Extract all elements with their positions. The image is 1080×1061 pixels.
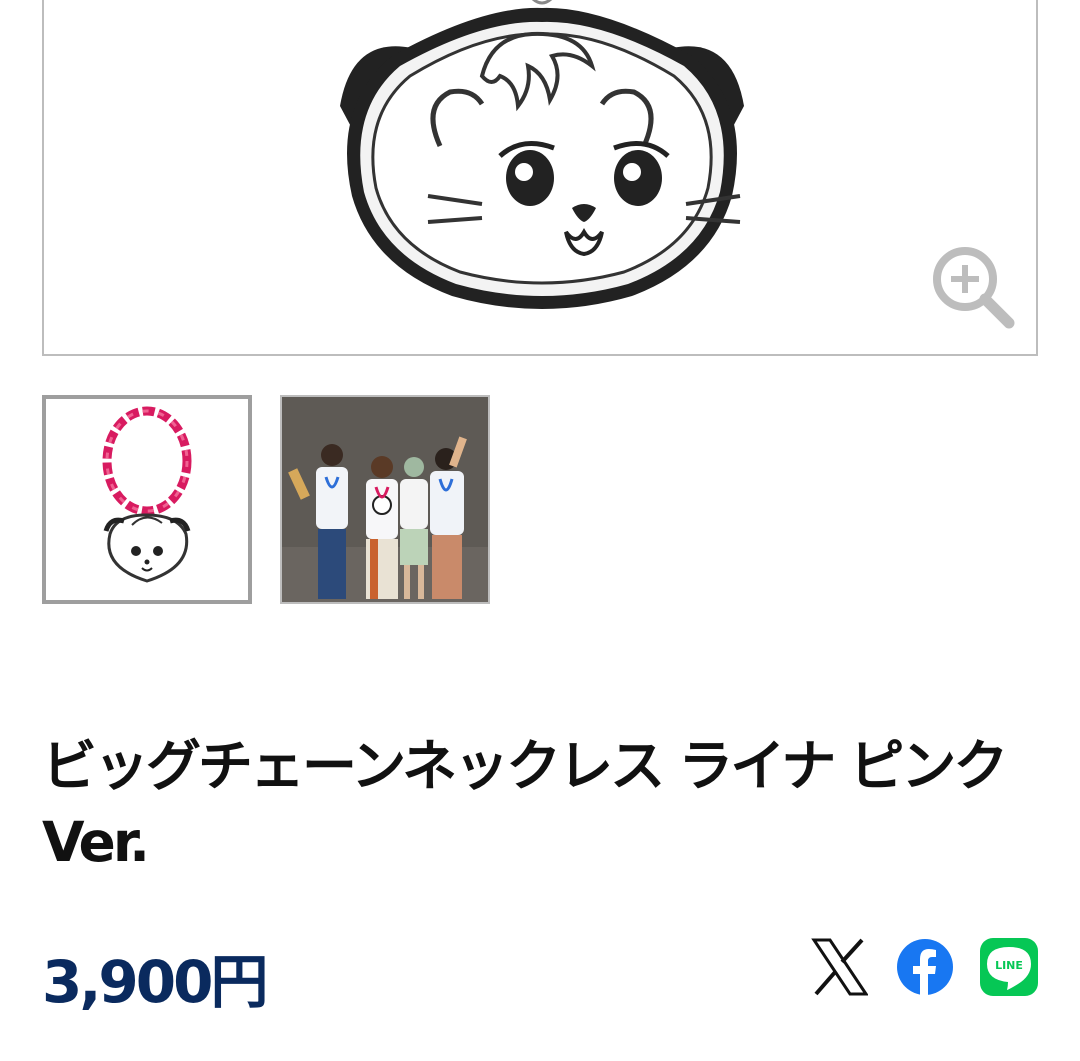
line-logo-text: LINE [995, 959, 1023, 972]
model-photo-image [282, 397, 488, 602]
main-product-image[interactable] [42, 0, 1038, 356]
x-logo-icon [811, 938, 869, 996]
product-title-line1: ビッグチェーンネックレス ライナ ピンク [42, 734, 1008, 798]
share-line-button[interactable]: LINE [980, 938, 1038, 996]
necklace-thumbnail-image [102, 406, 192, 583]
thumbnail-model-photo[interactable] [280, 395, 490, 604]
zoom-in-icon[interactable] [929, 243, 1015, 329]
share-facebook-button[interactable] [896, 938, 954, 996]
product-price: 3,900円 [42, 948, 268, 1016]
mascot-face-image [340, 0, 744, 310]
product-title: ビッグチェーンネックレス ライナ ピンク Ver. [42, 728, 1032, 880]
product-title-line2: Ver. [42, 810, 150, 874]
facebook-logo-icon [897, 939, 953, 996]
thumbnail-necklace[interactable] [42, 395, 252, 604]
line-logo-icon: LINE [980, 938, 1038, 996]
share-x-button[interactable] [810, 938, 869, 996]
